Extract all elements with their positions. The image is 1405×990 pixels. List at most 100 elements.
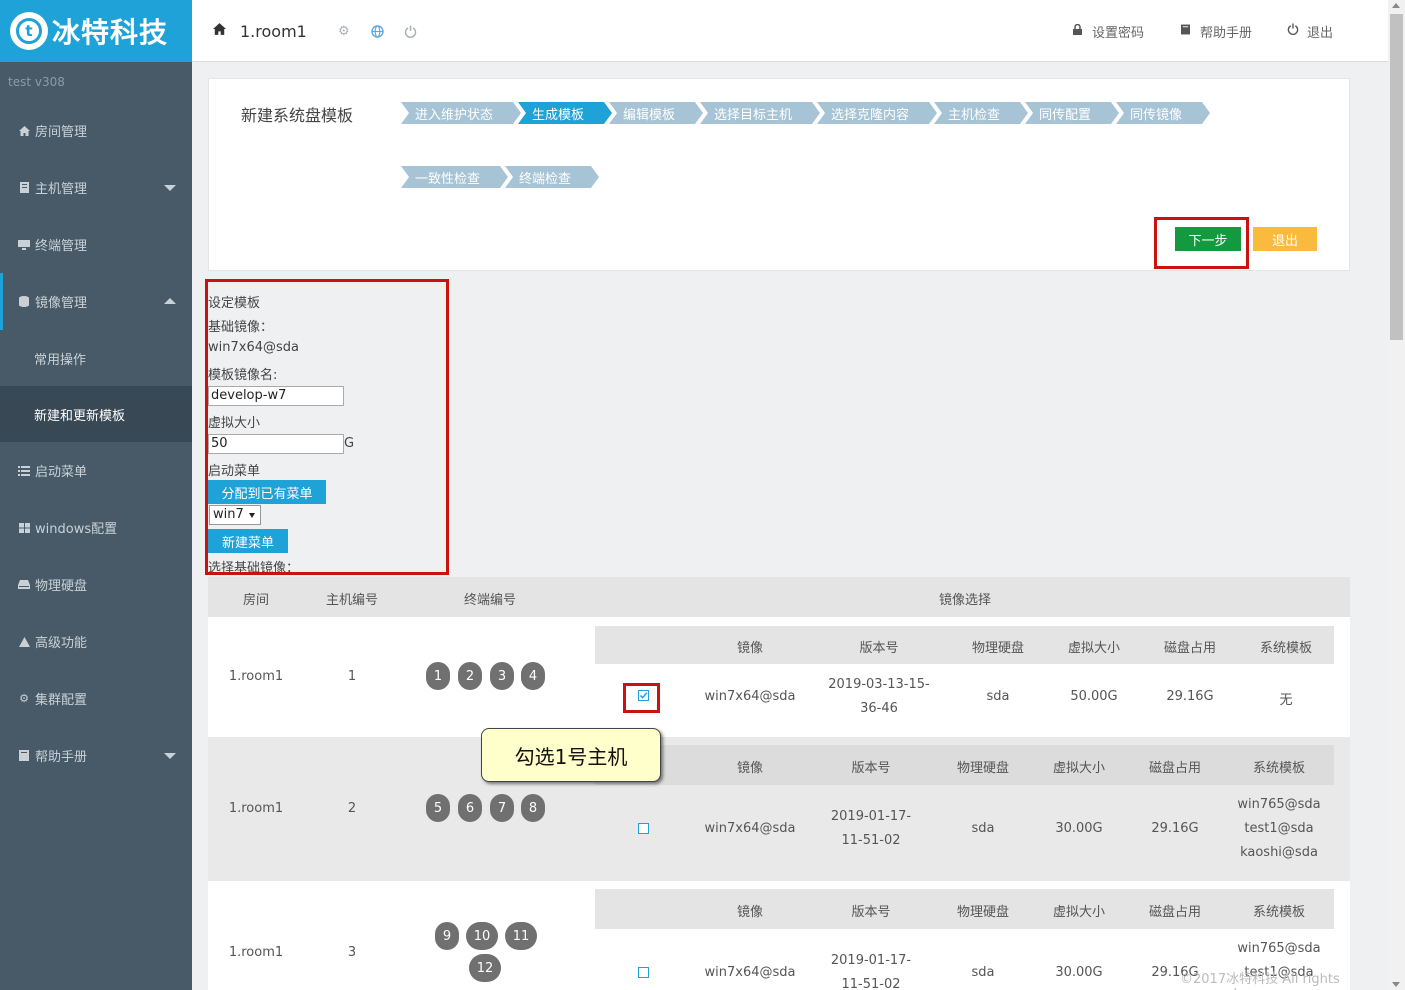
step-host-check[interactable]: 主机检查 [934,102,1028,124]
terminal-badge[interactable]: 3 [490,662,514,690]
sidebar-item-label: 常用操作 [34,352,87,368]
template-cell: 无 [1279,693,1293,708]
logo-mark-letter: t [16,18,42,44]
vsize-cell: 30.00G [1055,965,1103,980]
step-edit-template[interactable]: 编辑模板 [609,102,703,124]
step-label: 主机检查 [948,107,1001,123]
version-cell: 2019-01-17- [830,809,912,824]
logo: t 冰特科技 [0,0,192,62]
room-name: 1.room1 [240,21,307,41]
scroll-up-icon[interactable] [1392,3,1400,8]
terminal-badge[interactable]: 4 [521,662,545,690]
step-label: 同传镜像 [1130,107,1183,123]
host-checkbox[interactable] [638,823,649,834]
settings-icon[interactable]: ⚙ [338,0,350,62]
home-icon [18,125,30,137]
step-consistency[interactable]: 一致性检查 [401,166,508,188]
sub-col-usage: 磁盘占用 [1163,641,1216,656]
sub-col-usage: 磁盘占用 [1148,761,1201,776]
terminal-badge[interactable]: 2 [458,662,482,690]
terminal-badge[interactable]: 10 [466,922,498,950]
copyright-footer: ©2017冰特科技 All rights reserved. [1180,972,1340,990]
sidebar-item-label: windows配置 [35,522,118,537]
help-link[interactable]: 帮助手册 [1181,0,1252,62]
sidebar-item-disks[interactable]: 物理硬盘 [0,556,192,613]
terminal-badge[interactable]: 5 [426,794,450,822]
sub-col-template: 系统模板 [1252,761,1305,776]
terminal-badge[interactable]: 11 [505,922,537,950]
sidebar-item-hosts[interactable]: 主机管理 [0,159,192,216]
sub-col-vsize: 虚拟大小 [1067,641,1120,656]
sidebar-item-label: 物理硬盘 [35,579,88,594]
sidebar-item-images[interactable]: 镜像管理 [0,273,192,330]
sidebar-item-advanced[interactable]: 高级功能 [0,613,192,670]
sidebar-item-help[interactable]: 帮助手册 [0,727,192,784]
disk-cell: sda [971,821,995,836]
sub-col-vsize: 虚拟大小 [1052,761,1105,776]
logout-link[interactable]: 退出 [1287,0,1333,62]
step-maintenance[interactable]: 进入维护状态 [401,102,521,124]
host-cell: 2 [347,801,357,816]
sidebar-item-cluster[interactable]: ⚙ 集群配置 [0,670,192,727]
vsize-cell: 50.00G [1070,689,1118,704]
step-label: 选择目标主机 [714,107,793,123]
monitor-icon [18,239,30,251]
template-cell: win765@sda [1237,797,1321,812]
terminal-badge[interactable]: 1 [426,662,450,690]
terminal-badge[interactable]: 8 [521,794,545,822]
sub-col-disk: 物理硬盘 [971,641,1024,656]
exit-button[interactable]: 退出 [1253,227,1317,251]
usage-cell: 29.16G [1151,821,1199,836]
step-select-target[interactable]: 选择目标主机 [700,102,820,124]
sidebar-item-terminals[interactable]: 终端管理 [0,216,192,273]
terminal-badge[interactable]: 7 [490,794,514,822]
sidebar-subitem-common[interactable]: 常用操作 [0,330,192,386]
power-icon[interactable] [404,0,417,62]
sidebar-item-rooms[interactable]: 房间管理 [0,102,192,159]
windows-icon [18,522,30,534]
disk-cell: sda [986,689,1010,704]
scrollbar-thumb[interactable] [1390,14,1403,340]
template-cell: test1@sda [1244,821,1314,836]
terminal-badge[interactable]: 9 [435,922,459,950]
server-icon [18,182,30,194]
step-select-clone[interactable]: 选择克隆内容 [817,102,937,124]
terminal-badge[interactable]: 12 [469,954,501,982]
host-cell: 1 [347,669,357,684]
step-terminal-check[interactable]: 终端检查 [505,166,599,188]
highlight-checkbox [623,683,660,713]
terminal-badge[interactable]: 6 [458,794,482,822]
step-sync-config[interactable]: 同传配置 [1025,102,1119,124]
highlight-form [205,279,449,575]
globe-icon[interactable] [371,0,384,62]
sub-col-usage: 磁盘占用 [1148,905,1201,920]
logo-text: 冰特科技 [52,16,169,49]
home-icon [213,23,226,39]
set-password-link[interactable]: 设置密码 [1073,0,1144,62]
sidebar-item-boot-menu[interactable]: 启动菜单 [0,442,192,499]
col-room: 房间 [242,593,269,608]
sub-col-template: 系统模板 [1259,641,1312,656]
sidebar-item-windows[interactable]: windows配置 [0,499,192,556]
image-cell: win7x64@sda [704,689,796,704]
sidebar-item-label: 高级功能 [35,636,88,651]
version-label: test v308 [8,75,65,89]
home-link[interactable]: 1.room1 [213,0,307,62]
step-label: 终端检查 [519,171,572,187]
host-checkbox[interactable] [638,967,649,978]
sidebar-item-label: 集群配置 [35,693,88,708]
chevron-down-icon [164,184,176,191]
col-image-select: 镜像选择 [938,593,991,608]
version-cell-cont: 11-51-02 [841,833,901,848]
room-cell: 1.room1 [228,945,284,960]
step-generate-template[interactable]: 生成模板 [518,102,612,124]
sidebar-item-label: 终端管理 [35,239,88,254]
step-sync-image[interactable]: 同传镜像 [1116,102,1210,124]
step-label: 生成模板 [532,107,585,123]
set-password-label: 设置密码 [1092,25,1145,41]
sub-col-version: 版本号 [859,641,899,656]
sub-col-version: 版本号 [851,905,891,920]
sidebar-subitem-templates[interactable]: 新建和更新模板 [0,386,192,442]
version-cell-cont: 11-51-02 [841,977,901,990]
page-title: 新建系统盘模板 [241,106,354,125]
